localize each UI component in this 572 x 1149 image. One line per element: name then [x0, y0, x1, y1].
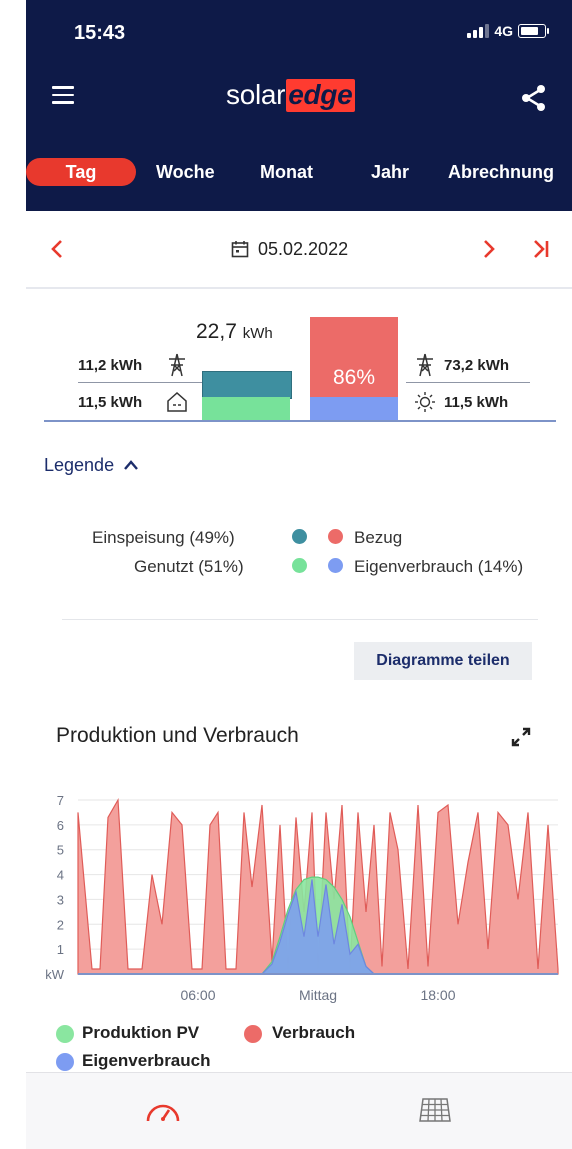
y-tick-label: 6 — [57, 818, 64, 833]
dashboard-gauge-icon[interactable] — [144, 1095, 182, 1127]
energy-summary: 22,7 kWh 11,2 kWh 11,5 kWh 86% 73,2 kWh — [26, 290, 572, 430]
export-value: 11,2 kWh — [78, 357, 143, 374]
legend-genutzt: Genutzt (51%) — [134, 557, 244, 576]
legend-eigenverbrauch-chart: Eigenverbrauch — [82, 1051, 211, 1070]
legend-verbrauch: Verbrauch — [272, 1023, 356, 1042]
solaredge-logo: solar edge — [226, 79, 356, 112]
date-navigation: 05.02.2022 — [26, 211, 572, 289]
x-tick-label: 18:00 — [420, 987, 455, 1003]
tab-woche[interactable]: Woche — [156, 158, 215, 186]
tab-abrechnung[interactable]: Abrechnung — [448, 158, 554, 186]
used-bar — [202, 397, 290, 421]
y-tick-label: 3 — [57, 892, 64, 907]
chart-svg: 1 2 3 4 5 6 7 kW 06:00 Mittag 18:00 — [45, 793, 559, 1003]
selected-date[interactable]: 05.02.2022 — [258, 239, 348, 260]
network-label: 4G — [494, 23, 513, 39]
genutzt-dot — [292, 558, 307, 573]
production-consumption-chart: 1 2 3 4 5 6 7 kW 06:00 Mittag 18:00 — [26, 780, 572, 1010]
x-tick-label: 06:00 — [180, 987, 215, 1003]
bottom-navigation — [26, 1072, 572, 1149]
eigenverbrauch-dot — [328, 558, 343, 573]
status-indicators: 4G — [467, 23, 549, 39]
sun-icon — [415, 392, 435, 412]
bezug-dot — [328, 529, 343, 544]
status-time: 15:43 — [74, 22, 126, 44]
previous-day-icon[interactable] — [50, 239, 64, 259]
next-day-icon[interactable] — [482, 239, 496, 259]
y-tick-label: 2 — [57, 917, 64, 932]
last-day-icon[interactable] — [532, 239, 550, 259]
self-sufficiency-percent: 86% — [332, 366, 376, 389]
logo-text-edge: edge — [286, 79, 356, 112]
calendar-icon[interactable] — [231, 240, 249, 258]
solar-panel-layout-icon[interactable] — [418, 1095, 452, 1125]
verbrauch-legend-dot — [244, 1025, 262, 1043]
period-tabs: Tag Woche Monat Jahr Abrechnung — [26, 156, 572, 188]
grid-tower-icon-right — [417, 353, 433, 377]
share-icon[interactable] — [520, 84, 548, 112]
top-header: 15:43 4G solar edge Tag Woche Monat Jahr … — [26, 0, 572, 211]
tab-tag[interactable]: Tag — [26, 158, 136, 186]
solar-production-value: 11,5 kWh — [444, 394, 509, 411]
y-tick-label: 4 — [57, 868, 64, 883]
summary-baseline — [44, 420, 556, 422]
total-production: 22,7 kWh — [196, 320, 273, 344]
legend-bezug: Bezug — [354, 528, 403, 547]
signal-icon — [467, 24, 490, 38]
self-consumption-bar — [310, 397, 398, 421]
right-divider — [406, 382, 530, 383]
einspeisung-dot — [292, 529, 307, 544]
left-divider — [78, 382, 208, 383]
legend-toggle-label: Legende — [44, 455, 115, 475]
legend-eigenverbrauch: Eigenverbrauch (14%) — [354, 557, 524, 576]
chart-title: Produktion und Verbrauch — [56, 724, 299, 747]
total-unit: kWh — [242, 325, 273, 342]
home-consumption-value: 11,5 kWh — [78, 394, 143, 411]
logo-text-solar: solar — [226, 79, 286, 110]
x-tick-label: Mittag — [299, 987, 337, 1003]
y-axis-unit: kW — [45, 967, 65, 982]
y-tick-label: 1 — [57, 942, 64, 957]
tab-monat[interactable]: Monat — [260, 158, 313, 186]
import-value: 73,2 kWh — [444, 357, 510, 374]
legend-toggle[interactable]: Legende — [44, 455, 139, 476]
tab-jahr[interactable]: Jahr — [371, 158, 409, 186]
chevron-up-icon — [124, 460, 139, 470]
legend-einspeisung: Einspeisung (49%) — [92, 528, 235, 547]
house-icon — [167, 391, 187, 412]
section-divider — [62, 619, 538, 620]
y-tick-label: 7 — [57, 793, 64, 808]
share-charts-button[interactable]: Diagramme teilen — [354, 642, 532, 680]
grid-tower-icon — [169, 353, 185, 377]
export-bar — [202, 371, 292, 399]
legend-produktion-pv: Produktion PV — [82, 1023, 200, 1042]
app-screen: 15:43 4G solar edge Tag Woche Monat Jahr … — [26, 0, 572, 1149]
menu-icon[interactable] — [52, 86, 74, 104]
expand-icon[interactable] — [510, 726, 532, 748]
total-value: 22,7 — [196, 320, 237, 343]
battery-icon — [518, 24, 549, 38]
eigenverbrauch-legend-dot — [56, 1053, 74, 1071]
produktion-legend-dot — [56, 1025, 74, 1043]
y-tick-label: 5 — [57, 843, 64, 858]
